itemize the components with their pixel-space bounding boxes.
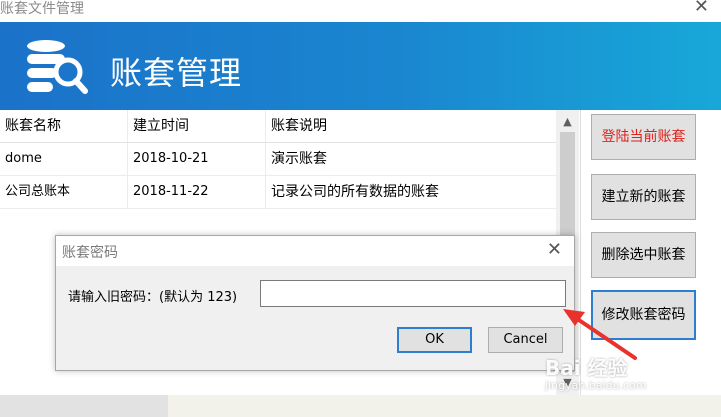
cell-description: 演示账套 — [271, 151, 327, 167]
create-account-button[interactable]: 建立新的账套 — [591, 174, 696, 220]
watermark-url: jingyan.baidu.com — [545, 379, 647, 392]
dialog-titlebar: 账套密码 ✕ — [56, 236, 574, 266]
watermark-brand: Bai 经验 — [545, 356, 628, 380]
watermark-logo: Bai 经验 jingyan.baidu.com — [545, 352, 647, 392]
window-titlebar: 账套文件管理 ✕ — [0, 0, 721, 22]
scroll-up-icon[interactable]: ▲ — [556, 112, 579, 132]
column-header-row: 账套名称 建立时间 账套说明 — [0, 110, 556, 143]
status-strip-left — [0, 395, 168, 417]
cell-name: dome — [0, 143, 128, 175]
password-prompt: 请输入旧密码：(默认为 123) — [68, 290, 238, 305]
header-banner: 账套管理 — [0, 22, 721, 110]
table-row[interactable]: dome 2018-10-21 演示账套 — [0, 143, 556, 176]
ok-button[interactable]: OK — [397, 327, 472, 353]
login-account-button[interactable]: 登陆当前账套 — [591, 114, 696, 160]
dialog-title: 账套密码 — [62, 245, 118, 261]
dialog-close-icon[interactable]: ✕ — [547, 239, 562, 260]
cell-description: 记录公司的所有数据的账套 — [271, 184, 439, 200]
database-search-icon — [27, 40, 88, 94]
cell-name: 公司总账本 — [0, 176, 128, 208]
column-header-description[interactable]: 账套说明 — [266, 110, 556, 142]
status-strip — [0, 395, 721, 417]
window-title: 账套文件管理 — [0, 1, 84, 17]
column-header-name[interactable]: 账套名称 — [0, 110, 128, 142]
cell-created: 2018-11-22 — [128, 176, 266, 208]
page-title: 账套管理 — [110, 54, 243, 92]
delete-account-button[interactable]: 删除选中账套 — [591, 232, 696, 278]
window-close-icon[interactable]: ✕ — [694, 0, 709, 17]
password-dialog: 账套密码 ✕ 请输入旧密码：(默认为 123) OK Cancel — [55, 235, 575, 371]
table-row[interactable]: 公司总账本 2018-11-22 记录公司的所有数据的账套 — [0, 176, 556, 209]
column-header-created[interactable]: 建立时间 — [128, 110, 266, 142]
old-password-input[interactable] — [260, 280, 566, 307]
cancel-button[interactable]: Cancel — [488, 327, 563, 353]
cell-created: 2018-10-21 — [128, 143, 266, 175]
